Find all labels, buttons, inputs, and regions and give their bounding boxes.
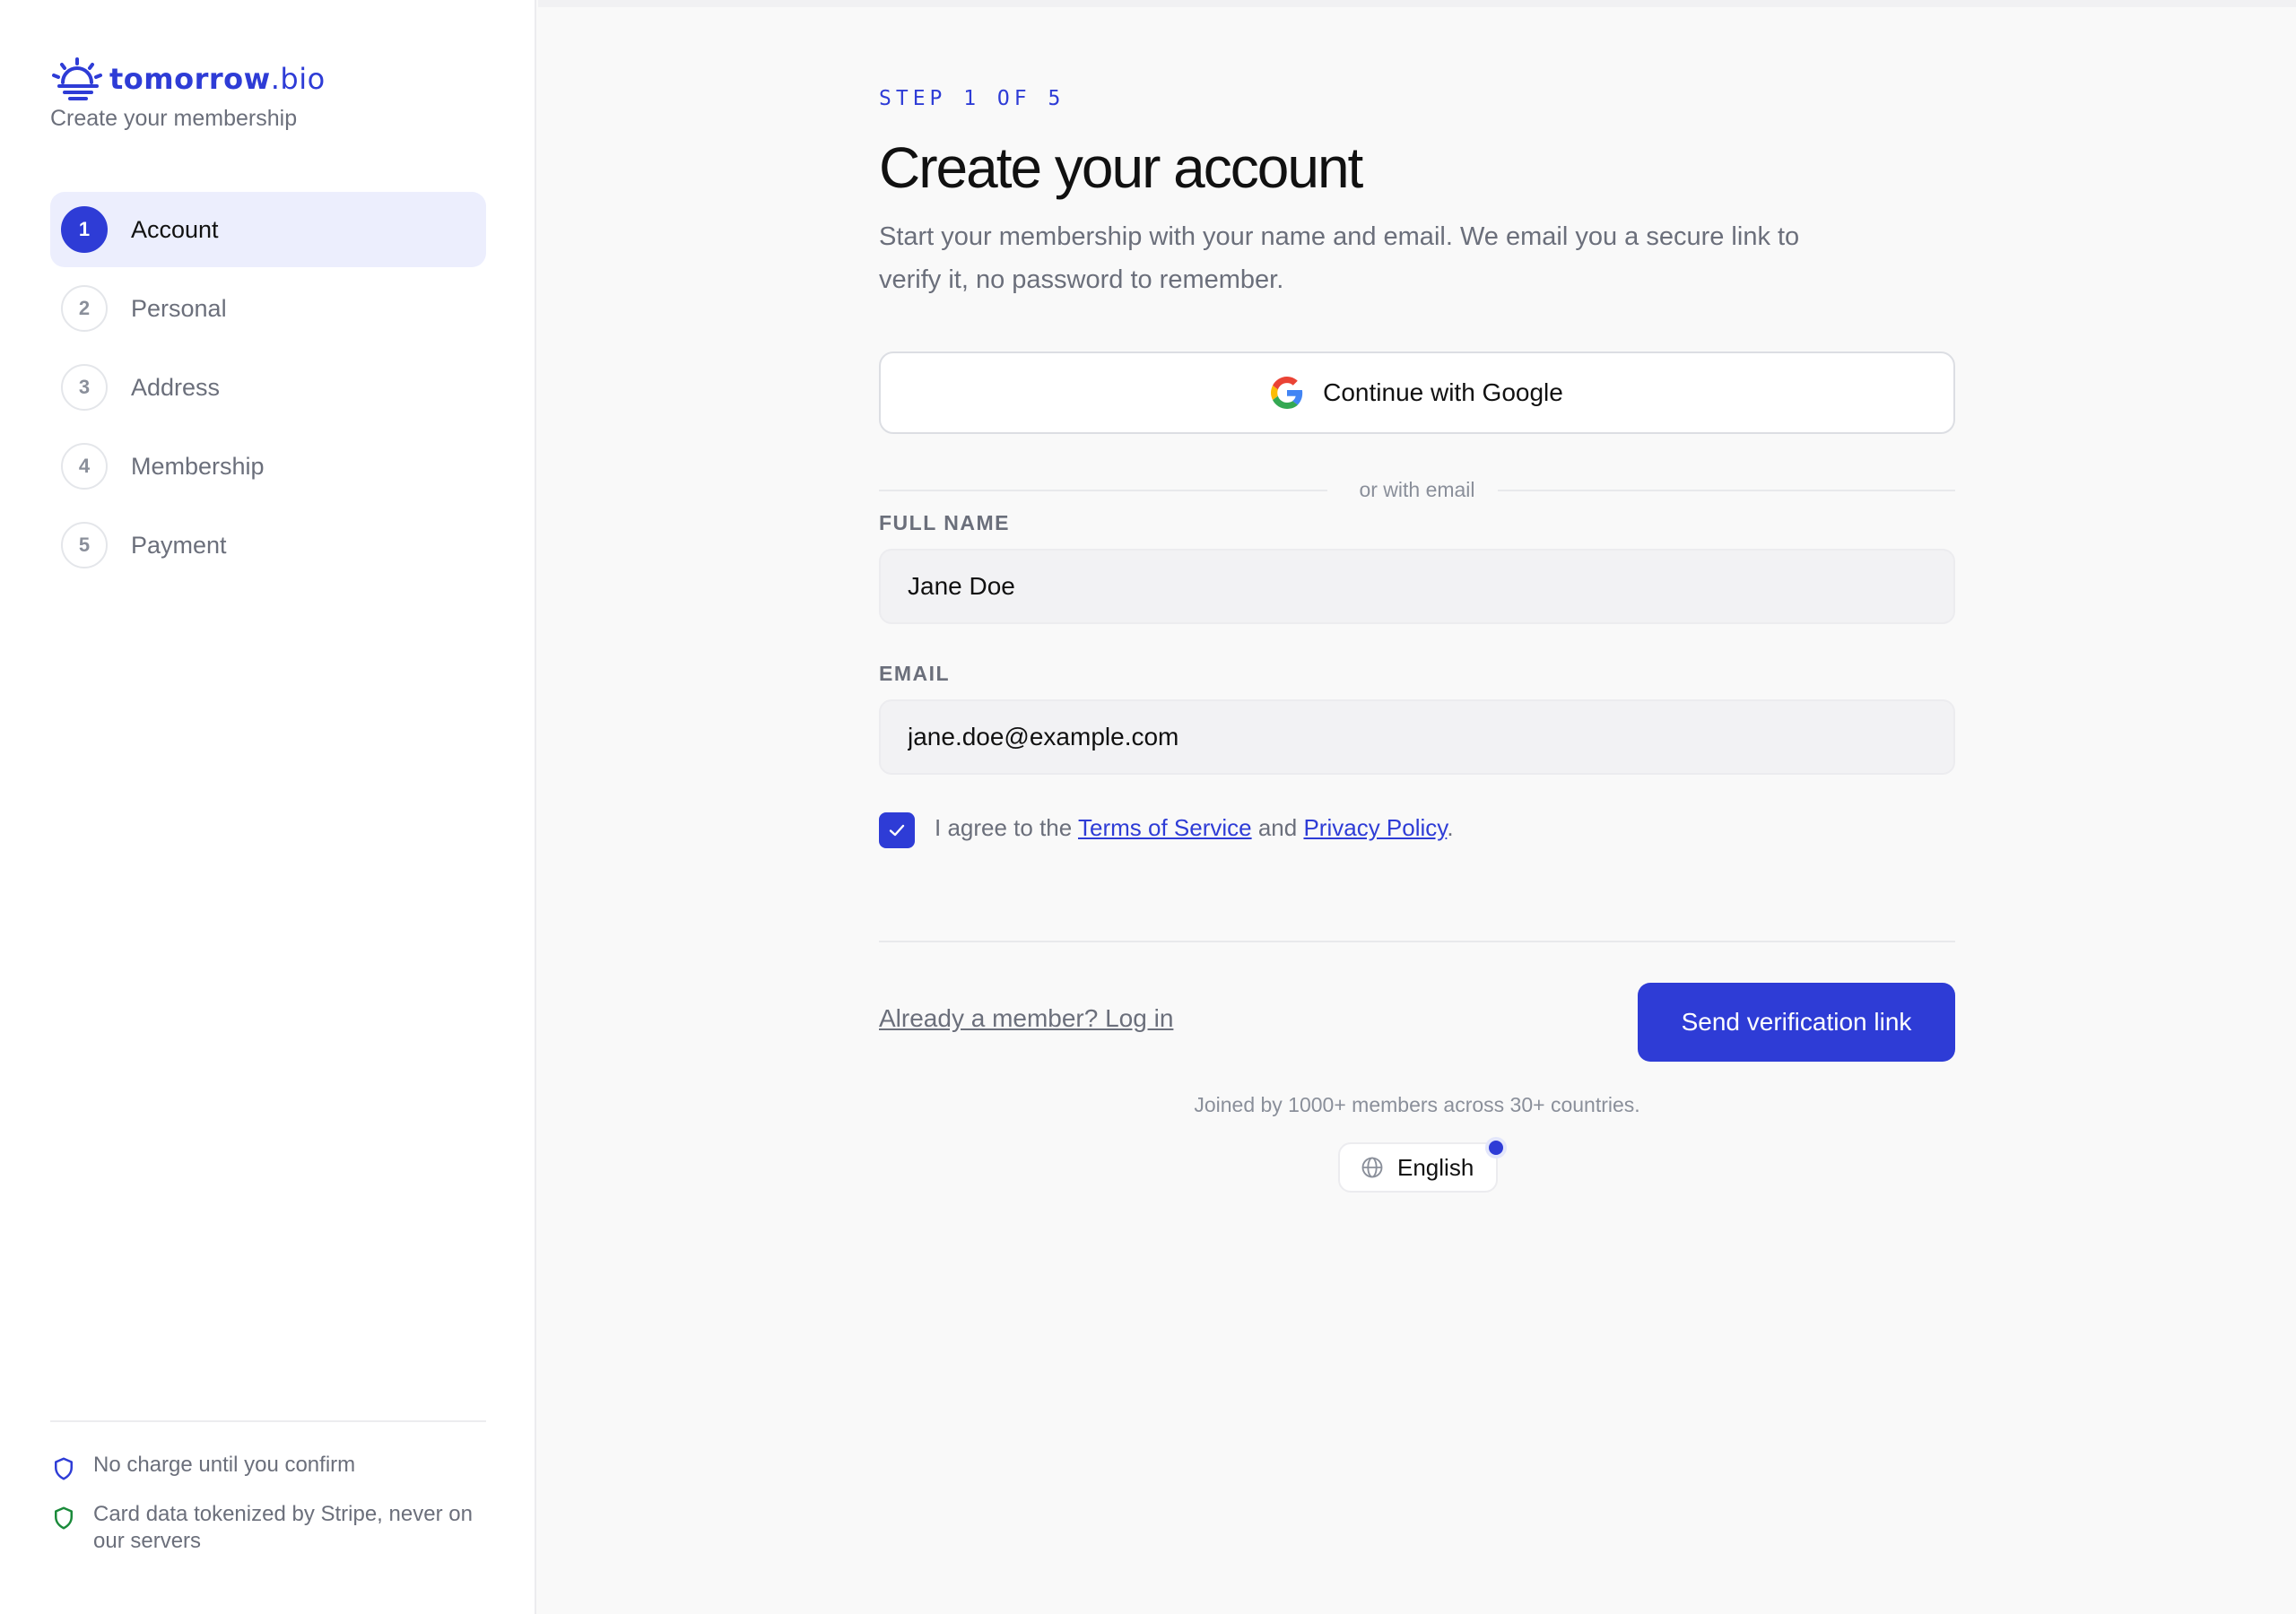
assurance-text: No charge until you confirm bbox=[93, 1453, 356, 1477]
brand-subtitle: Create your membership bbox=[50, 106, 298, 131]
notification-dot bbox=[1485, 1137, 1507, 1158]
step-number: 3 bbox=[61, 364, 108, 411]
assurance-stripe: Card data tokenized by Stripe, never on … bbox=[50, 1501, 490, 1555]
full-name-label: FULL NAME bbox=[879, 511, 1010, 534]
step-item-personal[interactable]: 2 Personal bbox=[50, 271, 486, 346]
step-number: 1 bbox=[61, 206, 108, 253]
sunrise-logo-icon bbox=[52, 57, 102, 100]
step-item-membership[interactable]: 4 Membership bbox=[50, 429, 486, 504]
or-divider: or with email bbox=[879, 475, 1955, 504]
send-verification-link-button[interactable]: Send verification link bbox=[1638, 983, 1955, 1062]
page-description: Start your membership with your name and… bbox=[879, 222, 1800, 294]
email-label: EMAIL bbox=[879, 662, 951, 685]
brand-name: tomorrow.bio bbox=[109, 62, 326, 96]
assurance-text: Card data tokenized by Stripe, never on … bbox=[93, 1502, 473, 1553]
brand-logo[interactable]: tomorrow.bio bbox=[50, 56, 326, 102]
checkmark-icon bbox=[889, 824, 905, 837]
google-icon bbox=[1271, 377, 1303, 409]
section-divider bbox=[879, 941, 1955, 942]
social-proof-text: Joined by 1000+ members across 30+ count… bbox=[1194, 1093, 1640, 1116]
sidebar: tomorrow.bio Create your membership 1 Ac… bbox=[0, 0, 536, 1614]
agree-checkbox[interactable] bbox=[879, 812, 915, 848]
step-number: 5 bbox=[61, 522, 108, 568]
globe-icon bbox=[1361, 1157, 1383, 1178]
step-label: Payment bbox=[131, 531, 227, 559]
step-indicator: STEP 1 OF 5 bbox=[879, 87, 1065, 110]
language-selector[interactable]: English bbox=[1338, 1142, 1498, 1193]
step-number: 2 bbox=[61, 285, 108, 332]
email-input[interactable] bbox=[879, 699, 1955, 775]
language-label: English bbox=[1397, 1153, 1474, 1181]
divider-line bbox=[1498, 490, 1955, 491]
step-item-address[interactable]: 3 Address bbox=[50, 350, 486, 425]
step-item-payment[interactable]: 5 Payment bbox=[50, 508, 486, 583]
login-link[interactable]: Already a member? Log in bbox=[879, 1004, 1173, 1033]
step-label: Membership bbox=[131, 452, 265, 480]
shield-icon bbox=[55, 1457, 73, 1480]
page-title: Create your account bbox=[879, 135, 1363, 200]
step-label: Personal bbox=[131, 294, 227, 322]
privacy-policy-link[interactable]: Privacy Policy bbox=[1303, 814, 1447, 841]
agree-text: I agree to the Terms of Service and Priv… bbox=[935, 813, 1454, 841]
step-label: Account bbox=[131, 215, 219, 243]
shield-icon bbox=[55, 1506, 73, 1530]
sidebar-divider bbox=[50, 1420, 486, 1422]
continue-with-google-button[interactable]: Continue with Google bbox=[879, 351, 1955, 434]
step-item-account[interactable]: 1 Account bbox=[50, 192, 486, 267]
step-list: 1 Account 2 Personal 3 Address 4 Members… bbox=[50, 192, 486, 586]
terms-agreement: I agree to the Terms of Service and Priv… bbox=[879, 812, 1454, 848]
step-label: Address bbox=[131, 373, 221, 401]
google-button-label: Continue with Google bbox=[1323, 378, 1563, 406]
step-number: 4 bbox=[61, 443, 108, 490]
full-name-input[interactable] bbox=[879, 549, 1955, 624]
assurance-no-charge: No charge until you confirm bbox=[50, 1452, 490, 1482]
terms-of-service-link[interactable]: Terms of Service bbox=[1078, 814, 1252, 841]
top-border bbox=[538, 0, 2296, 7]
